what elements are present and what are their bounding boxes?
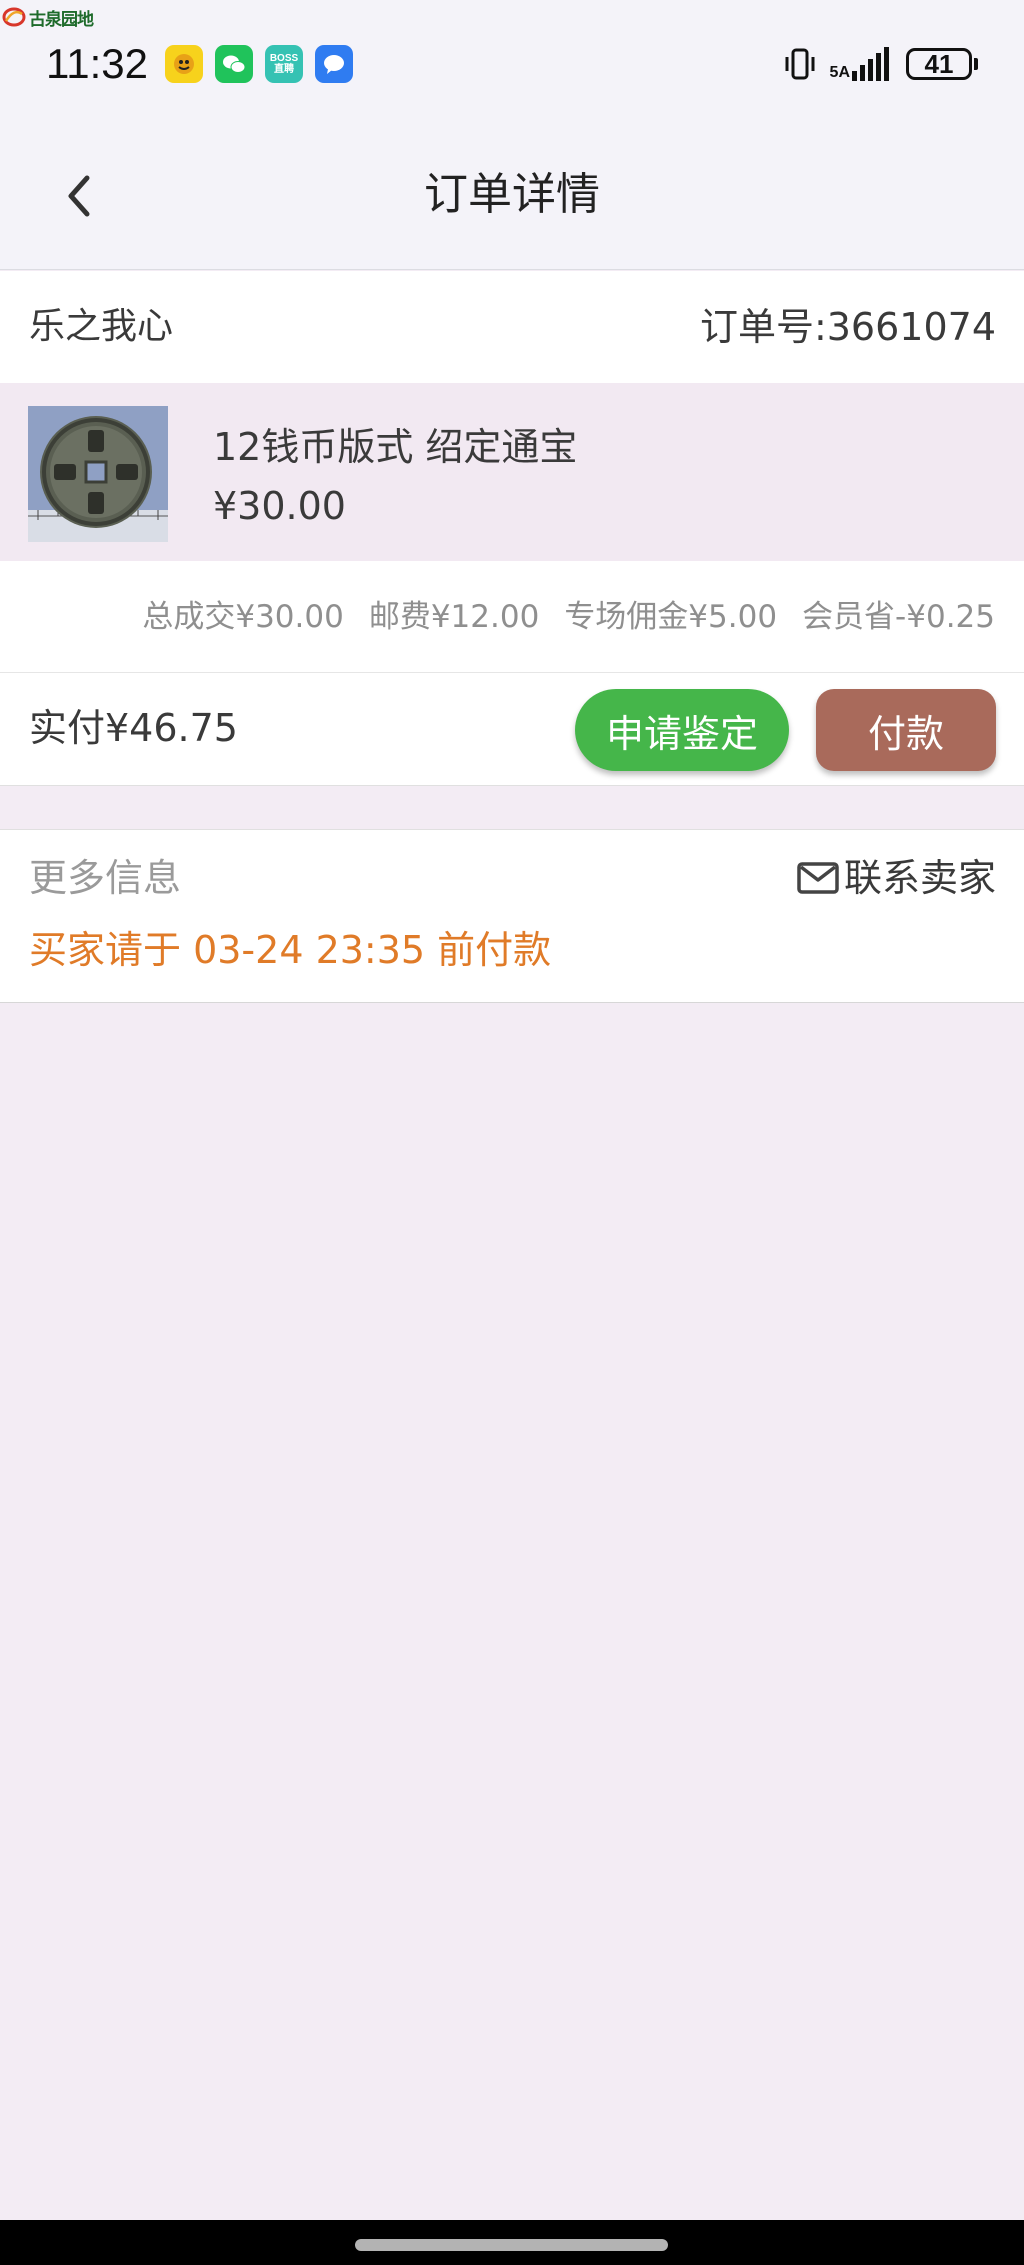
battery-level: 41 [924, 49, 954, 79]
home-indicator[interactable] [355, 2239, 668, 2251]
payment-deadline: 买家请于 03-24 23:35 前付款 [29, 928, 552, 972]
message-icon [315, 45, 353, 83]
boss-icon-top-label: BOSS [269, 53, 299, 64]
fee-member-discount: 会员省-¥0.25 [802, 599, 995, 635]
product-name: 12钱币版式 绍定通宝 [213, 425, 578, 469]
mail-icon [797, 862, 839, 894]
fee-shipping: 邮费¥12.00 [368, 599, 540, 635]
watermark-logo-icon [2, 7, 26, 27]
contact-seller-label: 联系卖家 [843, 856, 996, 900]
status-time: 11:32 [46, 40, 148, 87]
contact-seller-button[interactable]: 联系卖家 [796, 850, 996, 906]
system-nav-bar [0, 2220, 1024, 2265]
product-price: ¥30.00 [213, 484, 346, 528]
boss-icon-bottom-label: 直聘 [274, 64, 294, 75]
dog-app-icon [165, 45, 203, 83]
status-indicators: 5A 41 [782, 44, 978, 84]
network-label: 5A [829, 64, 850, 81]
battery-body: 41 [906, 48, 972, 80]
page-title: 订单详情 [424, 169, 600, 220]
status-bar: 古泉园地 11:32 BOSS 直聘 5A 41 [0, 0, 1024, 120]
vibrate-icon [785, 48, 815, 80]
order-number: 订单号:3661074 [699, 305, 996, 349]
order-header-row: 乐之我心 订单号:3661074 [0, 271, 1024, 383]
seller-name[interactable]: 乐之我心 [29, 299, 173, 355]
pay-button[interactable]: 付款 [816, 689, 996, 771]
more-info-section: 更多信息 联系卖家 买家请于 03-24 23:35 前付款 [0, 829, 1024, 1003]
wechat-icon [215, 45, 253, 83]
fee-total: 总成交¥30.00 [142, 599, 344, 635]
fee-breakdown: 总成交¥30.00 邮费¥12.00 专场佣金¥5.00 会员省-¥0.25 [0, 561, 1024, 673]
app-header: 订单详情 [0, 120, 1024, 270]
battery-tip [974, 58, 978, 70]
watermark: 古泉园地 [2, 4, 94, 30]
payment-row: 实付¥46.75 申请鉴定 付款 [0, 673, 1024, 786]
signal-icon: 5A [830, 47, 894, 81]
boss-zhipin-icon: BOSS 直聘 [265, 45, 303, 83]
coin-thumbnail-image[interactable] [28, 406, 168, 542]
fee-commission: 专场佣金¥5.00 [564, 599, 778, 635]
more-info-title: 更多信息 [29, 856, 182, 900]
paid-amount: 实付¥46.75 [29, 706, 238, 750]
product-item[interactable]: 12钱币版式 绍定通宝 ¥30.00 [0, 383, 1024, 561]
fee-list: 总成交¥30.00 邮费¥12.00 专场佣金¥5.00 会员省-¥0.25 [142, 591, 995, 643]
battery-icon: 41 [906, 48, 978, 80]
apply-appraisal-button[interactable]: 申请鉴定 [575, 689, 789, 771]
watermark-text: 古泉园地 [29, 9, 94, 30]
